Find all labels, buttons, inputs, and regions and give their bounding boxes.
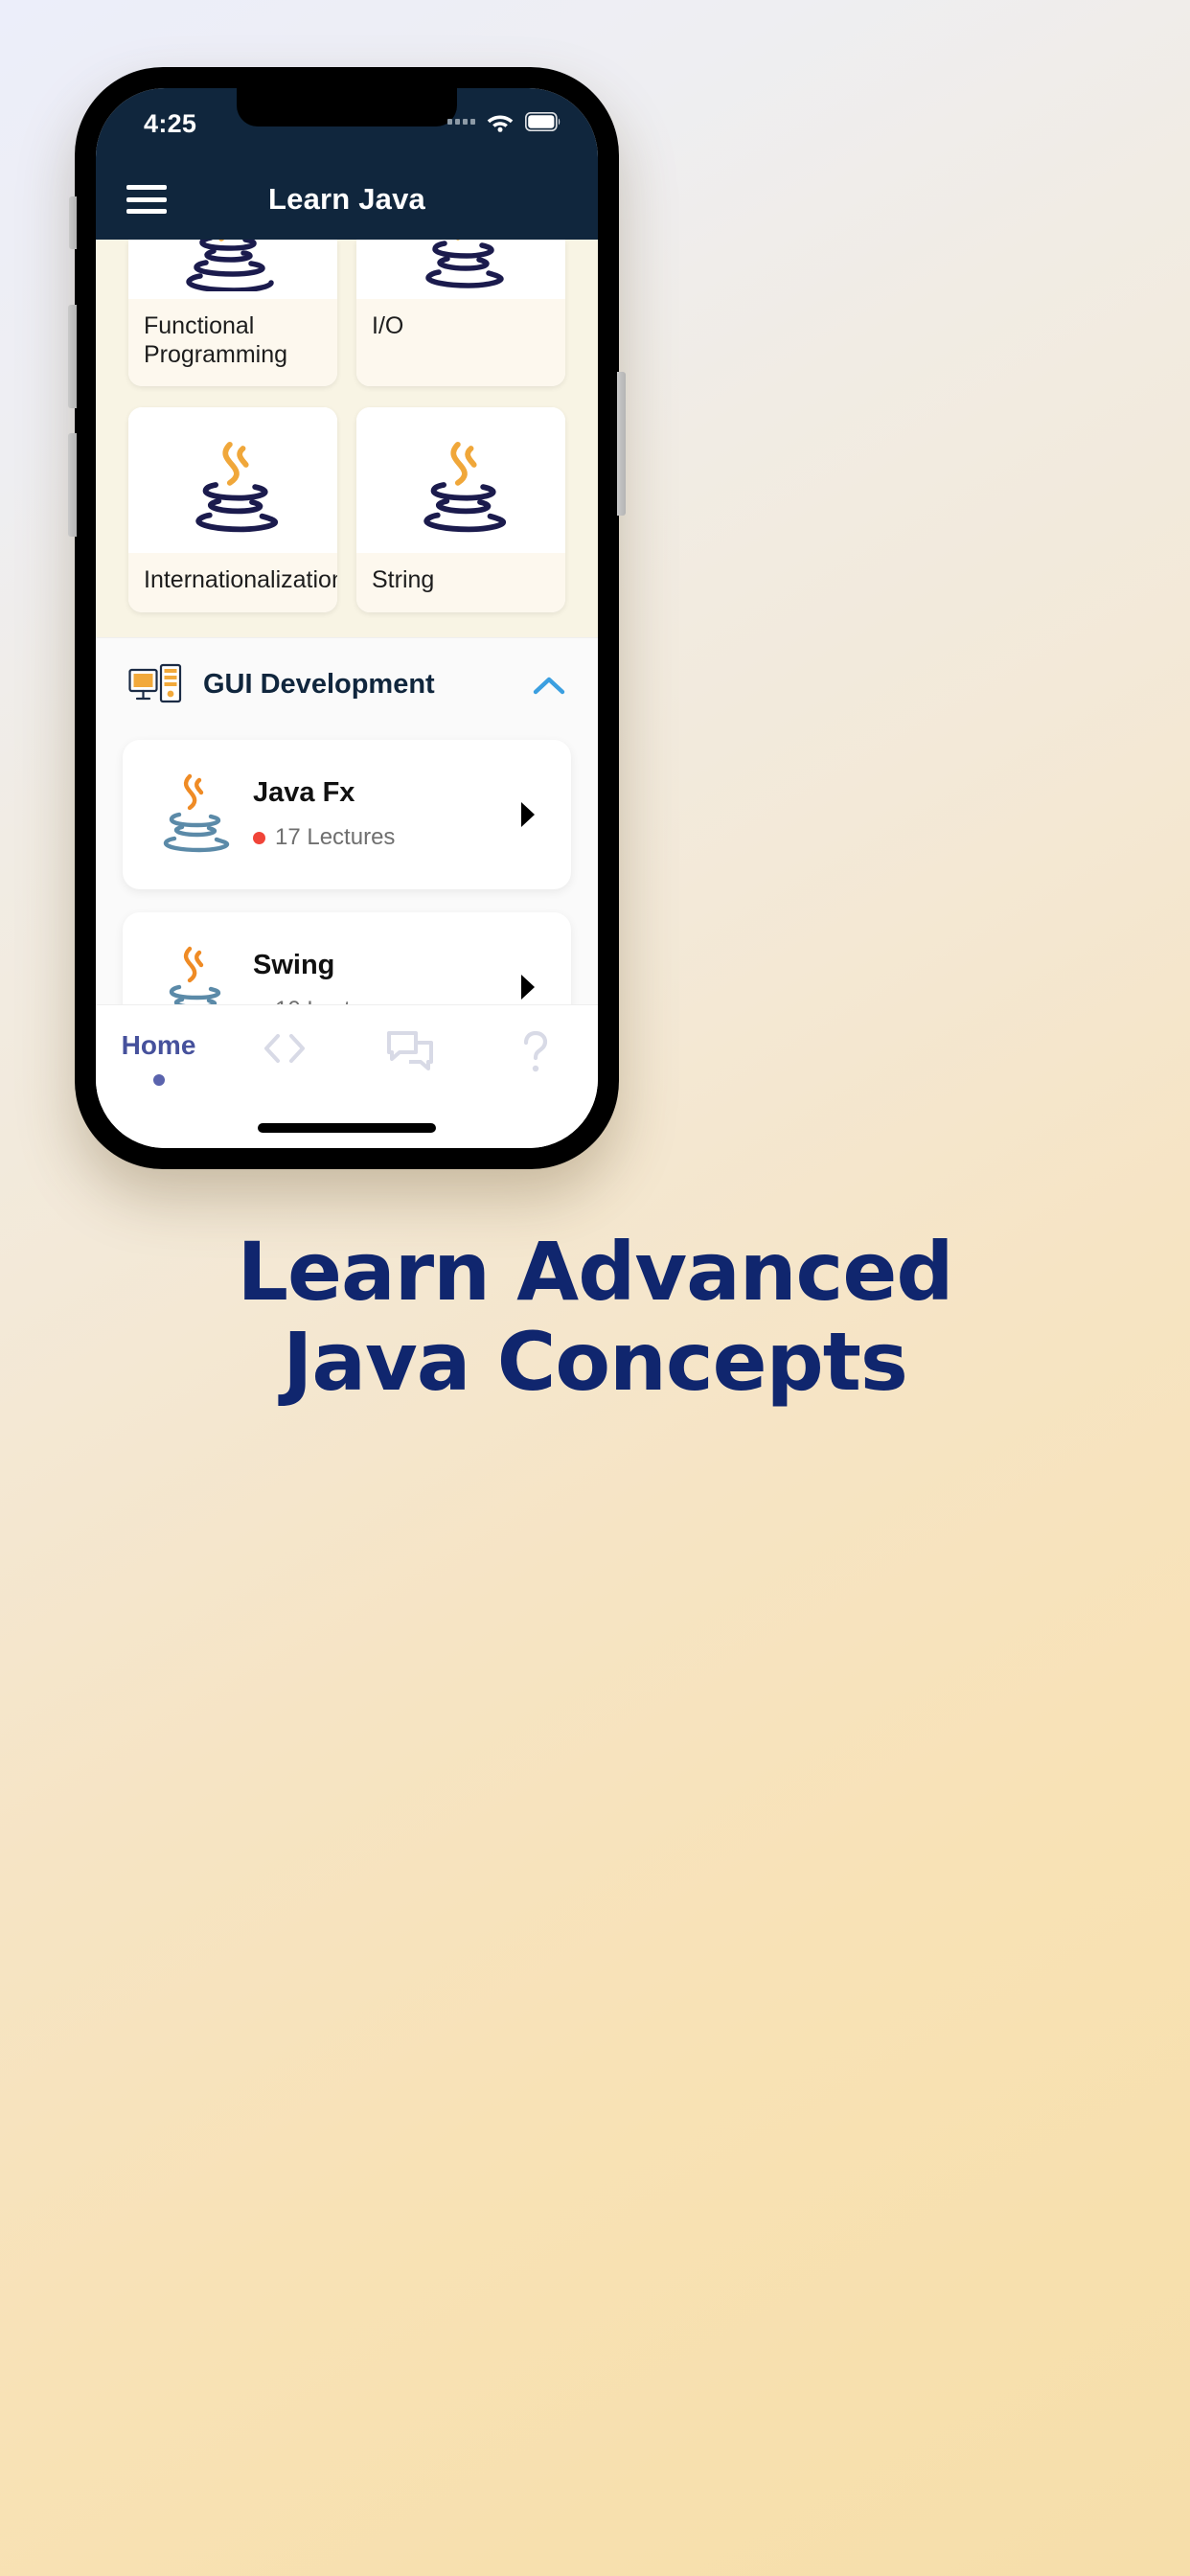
question-mark-icon xyxy=(519,1030,552,1079)
course-card-functional-programming[interactable]: Functional Programming xyxy=(128,240,337,386)
section-header-gui-development[interactable]: GUI Development xyxy=(96,636,598,732)
course-card-string[interactable]: String xyxy=(356,407,565,612)
app-content: Functional Programming I/O International… xyxy=(96,240,598,1004)
course-card-internationalization[interactable]: Internationalization xyxy=(128,407,337,612)
phone-mockup: 4:25 Learn Java Functional Programming I… xyxy=(68,67,626,1169)
card-icon-area xyxy=(356,240,565,299)
app-bar: Learn Java xyxy=(96,159,598,240)
lesson-meta: 17 Lectures xyxy=(253,824,514,851)
marketing-headline: Learn Advanced Java Concepts xyxy=(0,1227,1190,1407)
course-grid: Functional Programming I/O International… xyxy=(96,240,598,637)
nav-item-code[interactable] xyxy=(221,1030,347,1071)
java-logo-icon xyxy=(186,240,274,291)
bottom-navigation: Home xyxy=(96,1004,598,1148)
section-title: GUI Development xyxy=(203,669,435,700)
lesson-item-swing[interactable]: Swing 10 Lectures xyxy=(123,911,571,1004)
chat-bubble-icon xyxy=(386,1030,434,1077)
java-logo-icon xyxy=(151,769,232,861)
card-icon-area xyxy=(128,240,337,299)
silence-switch-button[interactable] xyxy=(69,196,77,249)
lesson-name: Swing xyxy=(253,950,335,980)
nav-item-label: Home xyxy=(121,1030,196,1060)
nav-item-help[interactable] xyxy=(472,1030,598,1079)
status-dot-icon xyxy=(253,831,265,844)
play-arrow-icon[interactable] xyxy=(514,973,542,1001)
lesson-item-java-fx[interactable]: Java Fx 17 Lectures xyxy=(123,739,571,889)
card-icon-area xyxy=(128,407,337,553)
course-card-io[interactable]: I/O xyxy=(356,240,565,386)
java-logo-icon xyxy=(425,240,504,288)
status-time: 4:25 xyxy=(144,109,197,138)
play-arrow-icon[interactable] xyxy=(514,800,542,829)
status-indicators xyxy=(447,111,561,132)
home-indicator xyxy=(258,1123,436,1133)
code-brackets-icon xyxy=(259,1030,310,1071)
headline-line-1: Learn Advanced xyxy=(237,1225,954,1319)
volume-up-button[interactable] xyxy=(68,305,77,408)
course-grid-row: Internationalization String xyxy=(128,407,565,612)
page-title: Learn Java xyxy=(268,182,425,216)
lesson-list: Java Fx 17 Lectures Swing xyxy=(96,731,598,1004)
course-card-label: String xyxy=(356,553,565,612)
phone-body: 4:25 Learn Java Functional Programming I… xyxy=(68,67,626,1169)
signal-dots-icon xyxy=(447,119,475,125)
java-logo-icon xyxy=(423,441,507,533)
notch xyxy=(237,88,457,126)
lesson-text: Swing 10 Lectures xyxy=(232,950,514,1004)
lesson-lecture-count: 17 Lectures xyxy=(275,824,396,850)
java-logo-icon xyxy=(195,441,279,533)
nav-item-chat[interactable] xyxy=(347,1030,472,1077)
volume-down-button[interactable] xyxy=(68,433,77,537)
lesson-name: Java Fx xyxy=(253,777,355,808)
status-bar: 4:25 xyxy=(96,88,598,159)
nav-item-home[interactable]: Home xyxy=(96,1030,221,1086)
power-button[interactable] xyxy=(617,372,626,516)
card-icon-area xyxy=(356,407,565,553)
desktop-computer-icon xyxy=(128,663,182,707)
course-card-label: Functional Programming xyxy=(128,299,337,386)
battery-full-icon xyxy=(525,112,561,131)
lesson-lecture-count: 10 Lectures xyxy=(275,997,395,1004)
java-logo-icon xyxy=(151,941,232,1004)
wifi-icon xyxy=(486,111,515,132)
hamburger-menu-icon[interactable] xyxy=(126,185,167,214)
headline-line-2: Java Concepts xyxy=(283,1315,908,1410)
course-card-label: I/O xyxy=(356,299,565,386)
lesson-meta: 10 Lectures xyxy=(253,997,514,1004)
course-card-label: Internationalization xyxy=(128,553,337,612)
chevron-up-icon[interactable] xyxy=(533,675,565,696)
active-indicator-dot xyxy=(152,1074,165,1086)
lesson-text: Java Fx 17 Lectures xyxy=(232,777,514,851)
course-grid-row: Functional Programming I/O xyxy=(128,240,565,386)
phone-screen: 4:25 Learn Java Functional Programming I… xyxy=(96,88,598,1148)
